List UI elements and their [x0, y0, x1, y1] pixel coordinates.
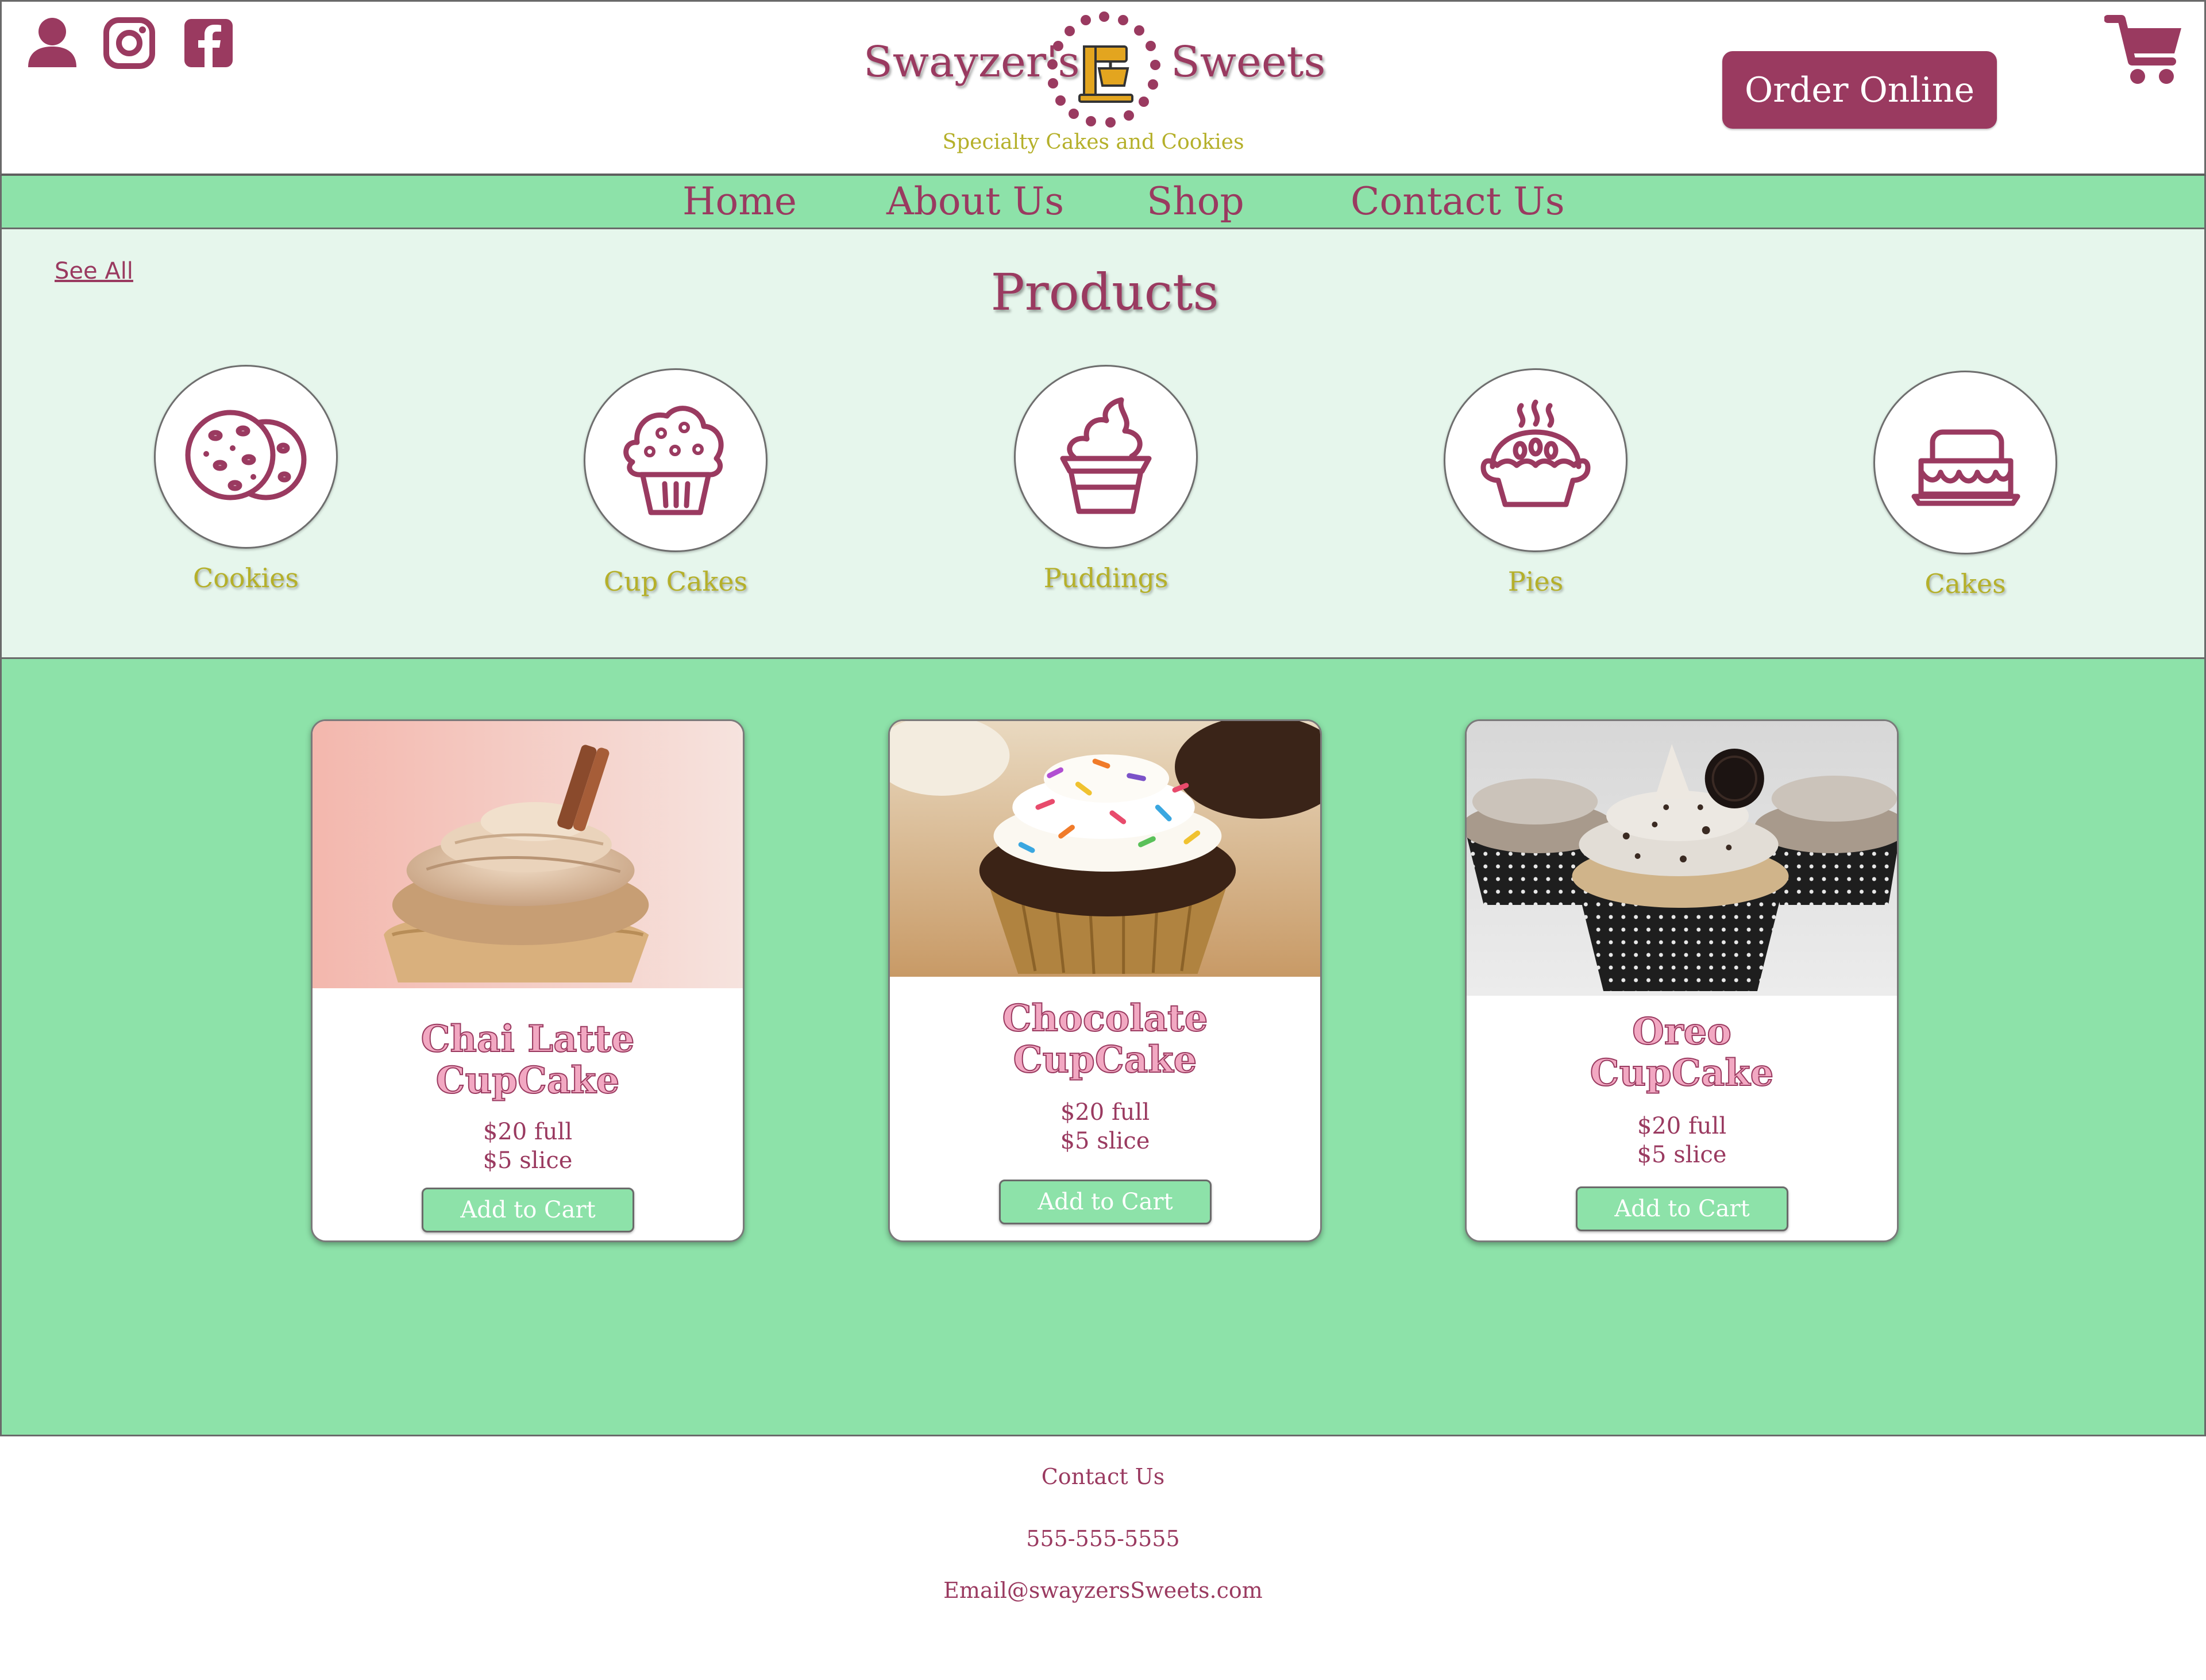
cookies-icon	[185, 410, 307, 500]
category-puddings[interactable]: Puddings	[1014, 365, 1198, 594]
product-card-oreo[interactable]: Oreo CupCake $20 full $5 slice Add to Ca…	[1465, 719, 1899, 1242]
nav-home[interactable]: Home	[682, 176, 797, 228]
main-nav: Home About Us Shop Contact Us	[0, 176, 2206, 229]
category-label: Cup Cakes	[603, 566, 748, 597]
footer-contact-link[interactable]: Contact Us	[816, 1464, 1390, 1489]
category-label: Pies	[1507, 566, 1564, 597]
featured-products: Chai Latte CupCake $20 full $5 slice Add…	[0, 659, 2206, 1436]
order-online-button[interactable]: Order Online	[1722, 51, 1997, 129]
logo-mixer-icon	[1043, 9, 1166, 132]
cart-icon[interactable]	[2104, 12, 2185, 87]
category-label: Cookies	[193, 562, 299, 594]
user-icon[interactable]	[24, 14, 81, 72]
pudding-icon	[1060, 397, 1152, 514]
facebook-icon[interactable]	[180, 14, 237, 72]
add-to-cart-button[interactable]: Add to Cart	[1576, 1186, 1788, 1231]
category-cookies[interactable]: Cookies	[154, 365, 338, 594]
category-label: Puddings	[1043, 562, 1168, 594]
nav-contact-us[interactable]: Contact Us	[1351, 176, 1565, 228]
logo-text-right: Sweets	[1171, 37, 1326, 87]
product-title: Chocolate CupCake	[1002, 997, 1209, 1081]
tagline: Specialty Cakes and Cookies	[942, 130, 1244, 154]
chai-latte-cupcake-image	[313, 721, 743, 988]
product-price: $20 full $5 slice	[483, 1119, 573, 1174]
category-pies[interactable]: Pies	[1444, 368, 1627, 597]
products-heading: Products	[990, 263, 1219, 322]
chocolate-cupcake-image	[890, 721, 1320, 977]
product-card-chocolate[interactable]: Chocolate CupCake $20 full $5 slice Add …	[888, 719, 1322, 1242]
pie-icon	[1480, 399, 1591, 507]
nav-about-us[interactable]: About Us	[886, 176, 1064, 228]
add-to-cart-button[interactable]: Add to Cart	[999, 1180, 1212, 1224]
nav-shop[interactable]: Shop	[1147, 176, 1244, 228]
category-cup-cakes[interactable]: Cup Cakes	[584, 368, 768, 597]
product-price: $20 full $5 slice	[1637, 1113, 1727, 1168]
cake-icon	[1911, 429, 2020, 506]
instagram-icon[interactable]	[101, 14, 158, 72]
footer-email[interactable]: Email@swayzersSweets.com	[816, 1578, 1390, 1603]
logo-text-left: Swayzer's	[863, 37, 1080, 87]
oreo-cupcake-image	[1467, 721, 1897, 996]
product-title: Oreo CupCake	[1590, 1010, 1775, 1095]
add-to-cart-button[interactable]: Add to Cart	[422, 1188, 634, 1232]
see-all-link[interactable]: See All	[55, 258, 133, 284]
cupcake-icon	[623, 406, 724, 515]
category-label: Cakes	[1925, 568, 2006, 599]
product-card-chai-latte[interactable]: Chai Latte CupCake $20 full $5 slice Add…	[311, 719, 745, 1242]
product-categories: See All Products Cookies Cup Cakes Puddi…	[0, 229, 2206, 659]
site-header: Swayzer's Sweets Specialty Cakes and Coo…	[0, 0, 2206, 176]
site-footer: Contact Us 555-555-5555 Email@swayzersSw…	[0, 1436, 2206, 1680]
product-price: $20 full $5 slice	[1060, 1099, 1150, 1154]
category-cakes[interactable]: Cakes	[1873, 371, 2057, 599]
footer-phone[interactable]: 555-555-5555	[816, 1526, 1390, 1551]
product-title: Chai Latte CupCake	[421, 1018, 635, 1102]
